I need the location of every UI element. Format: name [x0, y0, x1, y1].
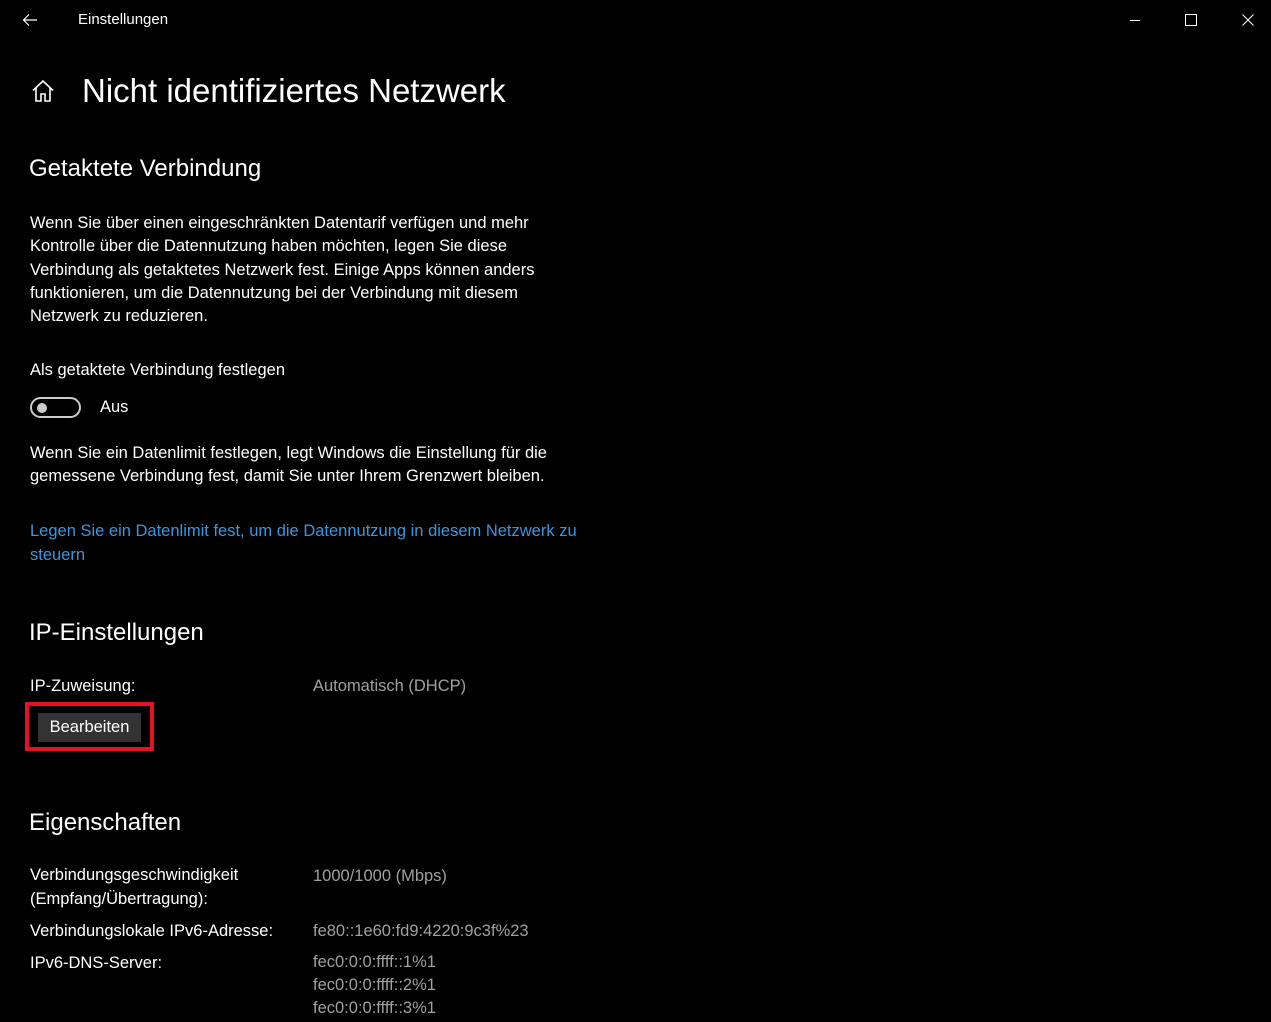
metered-toggle-label: Als getaktete Verbindung festlegen: [30, 361, 286, 379]
speed-value: 1000/1000 (Mbps): [313, 867, 447, 885]
page-header: Nicht identifiziertes Netzwerk: [28, 66, 506, 116]
close-button[interactable]: [1220, 0, 1271, 40]
page-title: Nicht identifiziertes Netzwerk: [82, 72, 506, 109]
ipv6-dns-value: fec0:0:0:ffff::1%1: [313, 953, 436, 971]
title-bar: Einstellungen: [0, 0, 1271, 40]
ipv6-local-value: fe80::1e60:fd9:4220:9c3f%23: [313, 922, 529, 940]
toggle-knob: [37, 402, 47, 413]
minimize-button[interactable]: [1107, 0, 1163, 40]
back-arrow-icon: [22, 14, 37, 26]
ipv6-dns-value: fec0:0:0:ffff::3%1: [313, 999, 436, 1017]
speed-label-line2: (Empfang/Übertragung):: [30, 890, 208, 908]
ipv6-dns-label: IPv6-DNS-Server:: [30, 954, 163, 972]
ip-assignment-label: IP-Zuweisung:: [30, 677, 136, 695]
home-icon: [32, 79, 54, 102]
app-title: Einstellungen: [78, 11, 169, 28]
ip-settings-section-title: IP-Einstellungen: [29, 619, 204, 646]
back-button[interactable]: [14, 6, 46, 34]
speed-label-line1: Verbindungsgeschwindigkeit: [30, 866, 239, 884]
properties-section-title: Eigenschaften: [29, 809, 182, 836]
maximize-button[interactable]: [1163, 0, 1219, 40]
metered-section-title: Getaktete Verbindung: [29, 155, 262, 182]
ipv6-local-label: Verbindungslokale IPv6-Adresse:: [30, 922, 274, 940]
highlight-frame: Bearbeiten: [25, 702, 154, 751]
metered-description: Wenn Sie über einen eingeschränkten Date…: [30, 214, 535, 326]
metered-toggle-switch[interactable]: [30, 396, 81, 418]
edit-ip-button[interactable]: Bearbeiten: [38, 713, 141, 742]
ip-assignment-value: Automatisch (DHCP): [313, 677, 467, 695]
maximize-icon: [1185, 14, 1197, 26]
toggle-state-label: Aus: [100, 397, 129, 416]
metered-toggle-row: Aus: [30, 394, 128, 420]
data-limit-link[interactable]: Legen Sie ein Datenlimit fest, um die Da…: [30, 519, 610, 567]
close-icon: [1242, 14, 1254, 26]
home-button[interactable]: [28, 76, 58, 106]
settings-window: Einstellungen Nicht identifiziertes Netz…: [0, 0, 1271, 1022]
ipv6-dns-value: fec0:0:0:ffff::2%1: [313, 976, 436, 994]
data-limit-note: Wenn Sie ein Datenlimit festlegen, legt …: [30, 444, 547, 486]
minimize-icon: [1130, 20, 1140, 21]
